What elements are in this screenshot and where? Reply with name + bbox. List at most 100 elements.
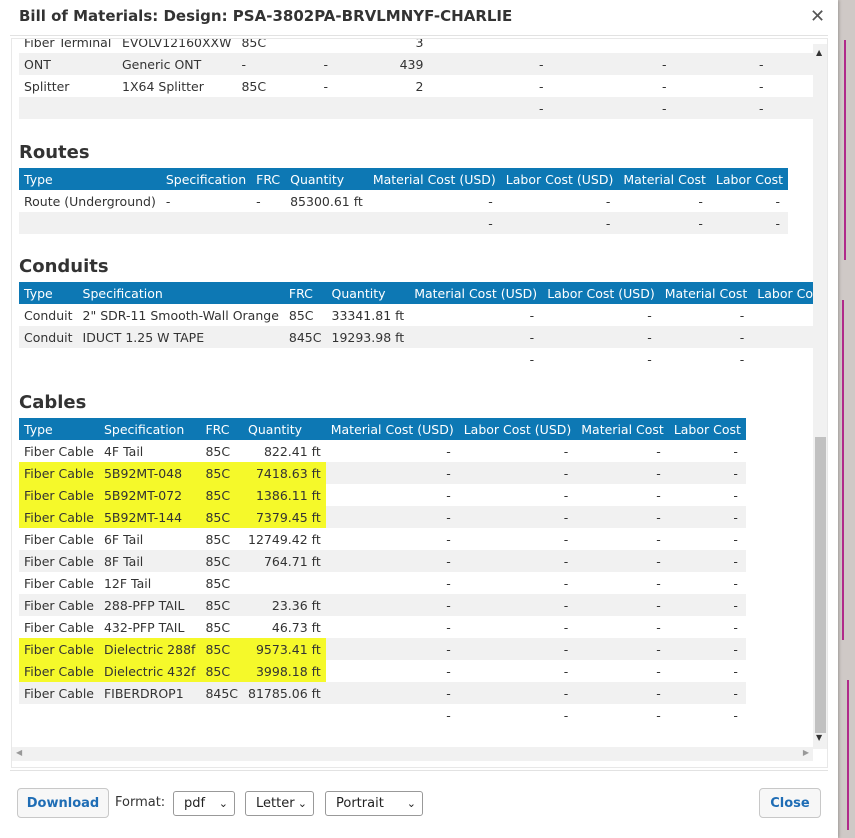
- column-header[interactable]: Labor Cost (USD): [542, 282, 660, 304]
- vertical-scrollbar[interactable]: ▲ ▼: [813, 44, 827, 749]
- table-cell: [117, 97, 237, 119]
- column-header[interactable]: Material Cost: [659, 282, 753, 304]
- column-header[interactable]: FRC: [251, 168, 286, 190]
- column-header[interactable]: Quantity: [285, 168, 368, 190]
- column-header[interactable]: FRC: [283, 282, 327, 304]
- bom-dialog: Bill of Materials: Design: PSA-3802PA-BR…: [0, 0, 838, 838]
- scroll-right-icon[interactable]: ▶: [803, 748, 809, 757]
- table-cell: Fiber Cable: [24, 531, 94, 547]
- column-header[interactable]: Labor Cost (USD): [458, 418, 577, 440]
- table-cell: 85300.61 ft: [290, 193, 363, 209]
- table-cell: -: [165, 193, 171, 209]
- scrollbar-thumb[interactable]: [815, 437, 826, 733]
- table-cell: -: [551, 97, 675, 119]
- column-header[interactable]: Specification: [77, 282, 284, 304]
- scroll-up-icon[interactable]: ▲: [816, 48, 822, 57]
- table-cell: FIBERDROP1: [98, 682, 201, 704]
- table-row: Fiber Cable 8F Tail 85C 764.71 ft - - - -: [19, 550, 746, 572]
- close-button[interactable]: Close: [759, 788, 821, 818]
- column-header[interactable]: Type: [19, 418, 99, 440]
- scroll-left-icon[interactable]: ◀: [16, 748, 22, 757]
- table-cell: -: [656, 531, 661, 547]
- column-header[interactable]: Quantity: [326, 282, 410, 304]
- column-header[interactable]: Type: [19, 168, 161, 190]
- table-cell: Fiber Cable: [24, 575, 94, 591]
- map-background: [838, 0, 855, 838]
- close-icon[interactable]: ✕: [810, 6, 825, 27]
- table-cell: Fiber Cable: [19, 462, 99, 484]
- column-header[interactable]: Labor Cost: [668, 418, 746, 440]
- column-header[interactable]: Material Cost: [576, 418, 669, 440]
- table-cell: EVOLV12160XXW: [122, 38, 232, 50]
- format-select[interactable]: pdf ⌄: [173, 791, 235, 816]
- table-cell: -: [775, 193, 780, 209]
- table-cell: Route (Underground): [24, 193, 156, 209]
- cables-table: Type Specification FRC Quantity Material Cos…: [19, 418, 746, 726]
- table-cell: 3: [415, 38, 424, 50]
- table-cell: 19293.98 ft: [326, 326, 410, 348]
- table-cell: -: [458, 682, 577, 704]
- table-cell: -: [656, 487, 661, 503]
- table-cell: [236, 97, 319, 119]
- column-header[interactable]: Specification: [160, 168, 252, 190]
- table-cell: [19, 97, 117, 119]
- chevron-down-icon: ⌄: [218, 797, 228, 810]
- table-cell: -: [563, 619, 569, 635]
- column-header[interactable]: Material Cost (USD): [409, 282, 543, 304]
- table-cell: -: [367, 212, 501, 234]
- table-cell: -: [446, 487, 451, 503]
- map-line: [842, 300, 844, 640]
- table-cell: -: [446, 707, 451, 723]
- table-cell: -: [659, 326, 753, 348]
- divider: [10, 770, 828, 771]
- column-header[interactable]: Labor Cost (USD): [500, 168, 619, 190]
- table-cell: 6F Tail: [103, 531, 144, 547]
- table-header-row: Type Specification FRC Quantity Material Cos…: [19, 418, 746, 440]
- table-cell: -: [656, 663, 661, 679]
- table-cell: -: [409, 326, 543, 348]
- download-button[interactable]: Download: [17, 788, 109, 818]
- table-row: Fiber Cable FIBERDROP1 845C 81785.06 ft - - - -: [19, 682, 746, 704]
- table-cell: 85C: [205, 575, 231, 591]
- paper-size-select[interactable]: Letter ⌄: [245, 791, 314, 816]
- table-cell: -: [733, 619, 738, 635]
- column-header[interactable]: Material Cost (USD): [325, 418, 459, 440]
- table-cell: -: [458, 462, 577, 484]
- bom-scroll-area[interactable]: Fiber Terminal EVOLV12160XXW 85C 3 ONT Generi…: [11, 38, 828, 768]
- table-cell: [99, 704, 200, 726]
- chevron-down-icon: ⌄: [297, 797, 307, 810]
- column-header[interactable]: FRC: [200, 418, 244, 440]
- table-cell: -: [446, 663, 451, 679]
- table-cell: [160, 212, 252, 234]
- column-header[interactable]: Labor Cost: [710, 168, 788, 190]
- column-header[interactable]: Specification: [98, 418, 201, 440]
- table-cell: 85C: [205, 619, 231, 635]
- table-row: Fiber Cable 4F Tail 85C 822.41 ft - - - -: [19, 440, 746, 462]
- table-cell: 845C: [283, 326, 327, 348]
- column-header[interactable]: Quantity: [243, 418, 326, 440]
- chevron-down-icon: ⌄: [406, 797, 416, 810]
- table-cell: 5B92MT-072: [98, 484, 201, 506]
- column-header[interactable]: Material Cost (USD): [367, 168, 501, 190]
- table-cell: 85C: [288, 307, 314, 323]
- column-header[interactable]: Type: [19, 282, 78, 304]
- table-cell: -: [323, 78, 328, 94]
- format-label: Format:: [115, 795, 166, 810]
- table-cell: -: [325, 462, 459, 484]
- table-row: Fiber Cable 5B92MT-048 85C 7418.63 ft - - - -: [19, 462, 746, 484]
- table-cell: 12F Tail: [103, 575, 152, 591]
- horizontal-scrollbar[interactable]: ◀ ▶: [12, 747, 813, 761]
- orientation-select[interactable]: Portrait ⌄: [325, 791, 423, 816]
- table-cell: -: [576, 462, 669, 484]
- table-cell: -: [733, 487, 738, 503]
- scroll-down-icon[interactable]: ▼: [816, 733, 822, 742]
- divider: [10, 35, 828, 36]
- column-header[interactable]: Material Cost: [618, 168, 711, 190]
- table-row: ----: [19, 348, 827, 370]
- table-cell: -: [661, 78, 667, 94]
- table-cell: -: [446, 619, 451, 635]
- table-cell: [284, 348, 327, 370]
- table-cell: [674, 39, 771, 53]
- table-cell: [318, 39, 368, 53]
- table-cell: -: [668, 638, 746, 660]
